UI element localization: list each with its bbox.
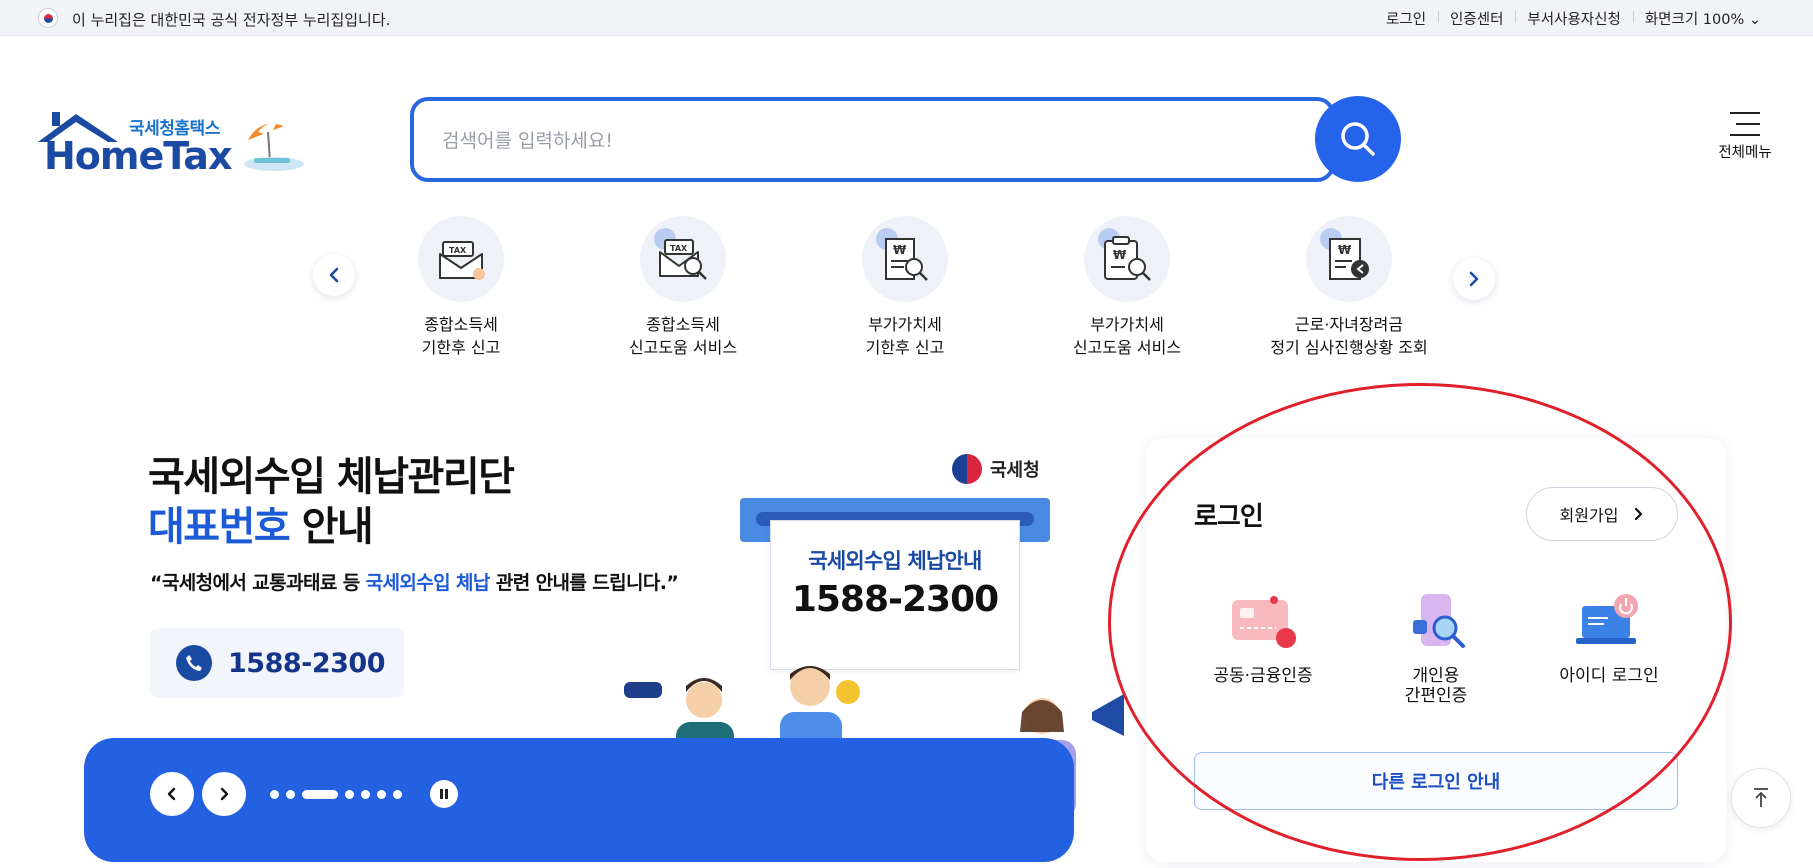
quick-menu-item[interactable]: TAX 종합소득세 기한후 신고 <box>361 216 561 359</box>
hometax-logo[interactable]: 국세청홈택스 HomeTax <box>34 108 306 178</box>
id-login-option[interactable]: 아이디 로그인 <box>1534 592 1684 686</box>
certificate-login-option[interactable]: 공동·금융인증 <box>1188 592 1338 686</box>
chevron-right-icon <box>220 787 229 801</box>
quick-menu-item[interactable]: ₩ 부가가치세 신고도움 서비스 <box>1027 216 1227 359</box>
simple-auth-icon <box>1413 594 1465 648</box>
banner-page-dot[interactable] <box>302 790 338 799</box>
banner-page-dot[interactable] <box>377 790 386 799</box>
pause-icon <box>440 789 448 799</box>
banner-page-dot[interactable] <box>270 790 279 799</box>
screen-size-dropdown[interactable]: 화면크기 100% ⌄ <box>1632 8 1773 29</box>
quick-menu-next-button[interactable] <box>1453 258 1495 300</box>
banner-page-dot[interactable] <box>345 790 354 799</box>
login-panel: 로그인 회원가입 공동·금융인증 개인용 간편인증 아이디 로그인 다른 로그인… <box>1146 438 1726 862</box>
ticket-title: 국세외수입 체납안내 <box>808 549 982 573</box>
quick-menu-item[interactable]: TAX 종합소득세 신고도움 서비스 <box>583 216 783 359</box>
banner-pause-button[interactable] <box>430 780 458 808</box>
nts-emblem-icon <box>952 454 982 484</box>
chevron-right-icon <box>1469 271 1479 287</box>
beach-umbrella-icon <box>244 123 304 171</box>
login-title: 로그인 <box>1194 502 1264 532</box>
nts-emblem: 국세청 <box>952 454 1040 484</box>
quick-menu-item[interactable]: ₩ 부가가치세 기한후 신고 <box>805 216 1005 359</box>
quick-menu-label: 근로·자녀장려금 <box>1294 315 1404 334</box>
won-clipboard-search-icon: ₩ <box>1104 236 1151 281</box>
korea-flag-icon <box>38 8 58 28</box>
hamburger-icon <box>1730 112 1760 136</box>
banner-phone-number: 1588-2300 <box>228 647 386 679</box>
tax-search-icon: TAX <box>659 239 707 280</box>
svg-text:₩: ₩ <box>1338 243 1352 257</box>
quick-menu-label: 종합소득세 <box>646 315 720 334</box>
svg-text:TAX: TAX <box>670 244 688 253</box>
arrow-up-icon <box>1754 788 1768 807</box>
banner-next-button[interactable] <box>202 772 246 816</box>
quick-menu-sublabel: 기한후 신고 <box>421 338 501 357</box>
won-receipt-icon: ₩ <box>885 238 928 281</box>
gov-notice-text: 이 누리집은 대한민국 공식 전자정부 누리집입니다. <box>72 11 391 29</box>
quick-menu-sublabel: 기한후 신고 <box>865 338 945 357</box>
quick-menu-label: 부가가치세 <box>1090 315 1164 334</box>
id-login-label: 아이디 로그인 <box>1559 666 1659 686</box>
quick-menu-sublabel: 신고도움 서비스 <box>628 338 738 357</box>
quick-menu-sublabel: 신고도움 서비스 <box>1072 338 1182 357</box>
utility-cert-center-link[interactable]: 인증센터 <box>1438 8 1515 29</box>
chevron-right-icon <box>1635 507 1643 521</box>
simple-auth-login-option[interactable]: 개인용 간편인증 <box>1361 592 1511 706</box>
banner-subtitle: 대표번호 안내 <box>148 504 374 550</box>
other-login-guide-label: 다른 로그인 안내 <box>1371 772 1501 793</box>
phone-icon <box>176 645 212 681</box>
quick-menu-label: 종합소득세 <box>424 315 498 334</box>
banner-page-dot[interactable] <box>286 790 295 799</box>
search-box <box>410 97 1335 182</box>
svg-text:TAX: TAX <box>449 246 467 255</box>
simple-auth-sublabel: 간편인증 <box>1404 686 1468 706</box>
logo-name: HomeTax <box>44 134 232 178</box>
full-menu-label: 전체메뉴 <box>1718 145 1772 161</box>
scroll-to-top-button[interactable] <box>1731 768 1791 828</box>
search-icon <box>1341 122 1375 156</box>
banner-description: “국세청에서 교통과태료 등 국세외수입 체납 관련 안내를 드립니다.” <box>150 572 679 594</box>
svg-text:₩: ₩ <box>893 243 907 257</box>
utility-links: 로그인 인증센터 부서사용자신청 화면크기 100% ⌄ <box>1374 0 1773 36</box>
search-button[interactable] <box>1315 96 1401 182</box>
banner-control-bar <box>84 738 1074 862</box>
quick-menu-label: 부가가치세 <box>868 315 942 334</box>
chevron-left-icon <box>167 787 176 801</box>
utility-login-link[interactable]: 로그인 <box>1374 8 1438 29</box>
banner-prev-button[interactable] <box>150 772 194 816</box>
banner-pagination <box>270 790 409 799</box>
svg-text:₩: ₩ <box>1113 248 1127 262</box>
tax-envelope-icon: TAX <box>439 241 485 280</box>
nts-agency-name: 국세청 <box>990 460 1040 481</box>
signup-label: 회원가입 <box>1559 506 1619 525</box>
certificate-login-label: 공동·금융인증 <box>1213 666 1313 686</box>
full-menu-button[interactable]: 전체메뉴 <box>1714 108 1776 172</box>
banner-page-dot[interactable] <box>393 790 402 799</box>
gov-banner-bar: 이 누리집은 대한민국 공식 전자정부 누리집입니다. 로그인 인증센터 부서사… <box>0 0 1813 36</box>
main-banner[interactable]: 국세외수입 체납관리단 대표번호 안내 “국세청에서 교통과태료 등 국세외수입… <box>84 420 1124 862</box>
banner-page-dot[interactable] <box>361 790 370 799</box>
simple-auth-label: 개인용 <box>1412 666 1460 686</box>
search-input[interactable] <box>442 121 1222 161</box>
other-login-guide-button[interactable]: 다른 로그인 안내 <box>1194 752 1678 810</box>
chevron-left-icon <box>329 267 339 283</box>
banner-phone-box: 1588-2300 <box>150 628 404 698</box>
won-receipt-back-icon: ₩ <box>1329 238 1369 280</box>
utility-dept-user-link[interactable]: 부서사용자신청 <box>1515 8 1632 29</box>
signup-button[interactable]: 회원가입 <box>1526 487 1678 541</box>
quick-menu-prev-button[interactable] <box>313 254 355 296</box>
quick-menu-item[interactable]: ₩ 근로·자녀장려금 정기 심사진행상황 조회 <box>1249 216 1449 359</box>
id-login-laptop-icon <box>1576 594 1638 644</box>
certificate-card-icon <box>1232 596 1296 648</box>
quick-menu-sublabel: 정기 심사진행상황 조회 <box>1270 338 1428 357</box>
